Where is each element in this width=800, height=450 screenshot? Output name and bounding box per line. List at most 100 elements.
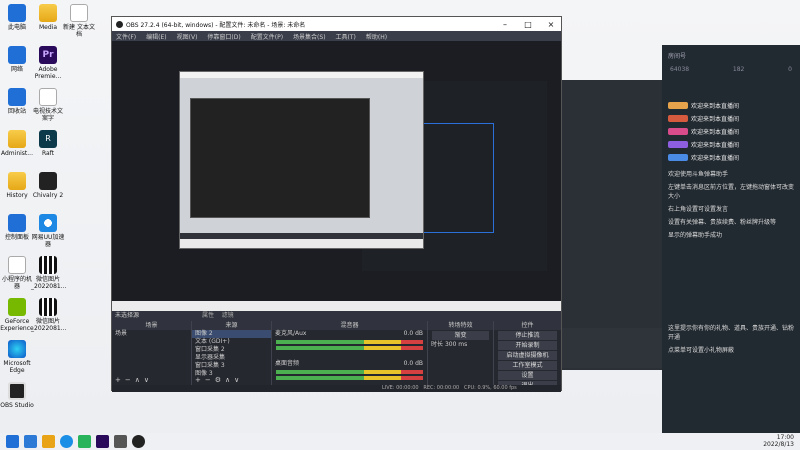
close-button[interactable]: × xyxy=(541,20,561,29)
premiere-icon: Pr xyxy=(39,46,57,64)
filters-button[interactable]: 滤镜 xyxy=(222,312,234,319)
menu-docks[interactable]: 停靠窗口(D) xyxy=(207,32,240,41)
room-stats: 64038 182 0 xyxy=(662,66,800,73)
transition-select[interactable]: 渐变 xyxy=(432,331,489,340)
geforce-icon xyxy=(8,298,26,316)
desktop-icon-media[interactable]: Media xyxy=(31,4,65,31)
virtual-camera-button[interactable]: 启动虚拟摄像机 xyxy=(498,351,557,360)
minimize-button[interactable]: – xyxy=(495,20,515,29)
source-item[interactable]: 窗口采集 2 xyxy=(192,346,271,354)
window-title: OBS 27.2.4 (64-bit, windows) - 配置文件: 未命名… xyxy=(126,21,306,29)
file-explorer-icon[interactable] xyxy=(42,435,55,448)
controls-dock: 控件 停止推流 开始录制 启动虚拟摄像机 工作室模式 设置 退出 xyxy=(494,321,561,390)
obs-titlebar[interactable]: OBS 27.2.4 (64-bit, windows) - 配置文件: 未命名… xyxy=(112,17,561,31)
stop-streaming-button[interactable]: 停止推流 xyxy=(498,331,557,340)
uu-accelerator-icon xyxy=(39,214,57,232)
danmaku-panel[interactable]: 房间号 64038 182 0 欢迎来到本直播间 欢迎来到本直播间 欢迎来到本直… xyxy=(662,45,800,433)
transitions-dock: 转场特效 渐变 时长 300 ms xyxy=(428,321,494,385)
menu-help[interactable]: 帮助(H) xyxy=(366,32,387,41)
desktop-icon-history[interactable]: History xyxy=(0,172,34,199)
stat-fans: 182 xyxy=(732,66,745,73)
desktop-icon-network[interactable]: 网络 xyxy=(0,46,34,73)
desktop-icon-new-text[interactable]: 新建 文本文档 xyxy=(62,4,96,38)
sources-toolbar[interactable]: +−⚙∧∨ xyxy=(192,376,271,385)
desktop-icon-edge[interactable]: Microsoft Edge xyxy=(0,340,34,374)
desktop-volume-slider[interactable] xyxy=(276,376,423,380)
system-clock[interactable]: 17:00 2022/8/13 xyxy=(763,434,794,448)
search-icon[interactable] xyxy=(24,435,37,448)
controls-title: 控件 xyxy=(494,321,561,330)
desktop-volume-meter xyxy=(276,370,423,374)
maximize-button[interactable]: □ xyxy=(518,20,538,29)
desktop-icon-recycle-bin[interactable]: 回收站 xyxy=(0,88,34,115)
obs-taskbar-icon[interactable] xyxy=(132,435,145,448)
mixer-channel-desktop: 桌面音频 0.0 dB xyxy=(275,360,423,367)
level-badge xyxy=(668,115,688,122)
scenes-dock: 场景 场景 +−∧∨ xyxy=(112,321,192,385)
source-item[interactable]: 窗口采集 3 xyxy=(192,362,271,370)
studio-mode-button[interactable]: 工作室模式 xyxy=(498,361,557,370)
start-recording-button[interactable]: 开始录制 xyxy=(498,341,557,350)
start-icon[interactable] xyxy=(6,435,19,448)
desktop-icon-obs[interactable]: OBS Studio xyxy=(0,382,34,409)
scenes-toolbar[interactable]: +−∧∨ xyxy=(112,376,191,385)
system-note: 右上角设置可设置发言 xyxy=(668,206,729,213)
premiere-taskbar-icon[interactable] xyxy=(96,435,109,448)
desktop-icon-uu[interactable]: 网易UU加速器 xyxy=(31,214,65,248)
desktop-icon-doc[interactable]: 电视技术文案字 xyxy=(31,88,65,122)
bottom-note: 这里提示你有你的礼物、道具、贵族开通、钻粉开通 xyxy=(668,325,795,341)
control-panel-icon xyxy=(8,214,26,232)
source-item[interactable]: 显示器采集 xyxy=(192,354,271,362)
clock-date: 2022/8/13 xyxy=(763,441,794,448)
menu-edit[interactable]: 编辑(E) xyxy=(146,32,166,41)
desktop-icon-chivalry[interactable]: Chivalry 2 xyxy=(31,172,65,199)
text-document-icon xyxy=(70,4,88,22)
desktop-icon-premiere[interactable]: Pr Adobe Premie... xyxy=(31,46,65,80)
source-item[interactable]: 图像 2 xyxy=(192,330,271,338)
desktop-icon-wechat-image-1[interactable]: 微信图片_2022081... xyxy=(31,256,66,290)
level-badge xyxy=(668,141,688,148)
chat-message: 欢迎来到本直播间 xyxy=(662,99,800,112)
settings-button[interactable]: 设置 xyxy=(498,371,557,380)
live-timer: LIVE: 00:00:00 xyxy=(382,385,419,391)
menu-scene-collection[interactable]: 场景集合(S) xyxy=(293,32,326,41)
scenes-title: 场景 xyxy=(112,321,191,330)
source-item[interactable]: 文本 (GDI+) xyxy=(192,338,271,346)
network-icon xyxy=(8,46,26,64)
desktop-icon-wechat-image-2[interactable]: 微信图片_2022081... xyxy=(31,298,66,332)
chat-message: 欢迎来到本直播间 xyxy=(662,125,800,138)
desktop-icon-control-panel[interactable]: 控制面板 xyxy=(0,214,34,241)
menubar: 文件(F) 编辑(E) 视图(V) 停靠窗口(D) 配置文件(P) 场景集合(S… xyxy=(112,31,561,41)
desktop-icon-administrator[interactable]: Administ... xyxy=(0,130,34,157)
properties-button[interactable]: 属性 xyxy=(202,312,214,319)
level-badge xyxy=(668,102,688,109)
menu-file[interactable]: 文件(F) xyxy=(116,32,136,41)
mic-volume-slider[interactable] xyxy=(276,346,423,350)
mic-volume-meter xyxy=(276,340,423,344)
background-window xyxy=(555,80,665,370)
app-taskbar-icon[interactable] xyxy=(114,435,127,448)
rec-timer: REC: 00:00:00 xyxy=(423,385,460,391)
nested-taskbar xyxy=(180,239,423,248)
background-window-strip xyxy=(562,328,662,368)
menu-profile[interactable]: 配置文件(P) xyxy=(251,32,283,41)
edge-taskbar-icon[interactable] xyxy=(60,435,73,448)
room-header: 房间号 xyxy=(668,53,687,60)
mixer-title: 混音器 xyxy=(272,321,427,330)
desktop-icon-mini-program[interactable]: 小程序的机器 xyxy=(0,256,34,290)
obs-window[interactable]: OBS 27.2.4 (64-bit, windows) - 配置文件: 未命名… xyxy=(111,16,562,392)
scene-item[interactable]: 场景 xyxy=(112,330,191,338)
preview-canvas[interactable] xyxy=(112,41,561,311)
duration-row: 时长 300 ms xyxy=(431,341,468,348)
desktop-icon-computer[interactable]: 此电脑 xyxy=(0,4,34,31)
sources-dock: 来源 图像 2 文本 (GDI+) 窗口采集 2 显示器采集 窗口采集 3 图像… xyxy=(192,321,272,385)
system-note: 设置有关弹幕、贵族续费、粉丝牌升级等 xyxy=(668,219,777,226)
menu-view[interactable]: 视图(V) xyxy=(177,32,198,41)
desktop-icon-raft[interactable]: R Raft xyxy=(31,130,65,157)
chivalry-icon xyxy=(39,172,57,190)
wechat-icon[interactable] xyxy=(78,435,91,448)
duration-input[interactable]: 300 ms xyxy=(445,341,467,348)
desktop-icon-geforce[interactable]: GeForce Experience xyxy=(0,298,34,332)
menu-tools[interactable]: 工具(T) xyxy=(336,32,356,41)
properties-filters-tabs: 属性 滤镜 xyxy=(202,311,234,321)
